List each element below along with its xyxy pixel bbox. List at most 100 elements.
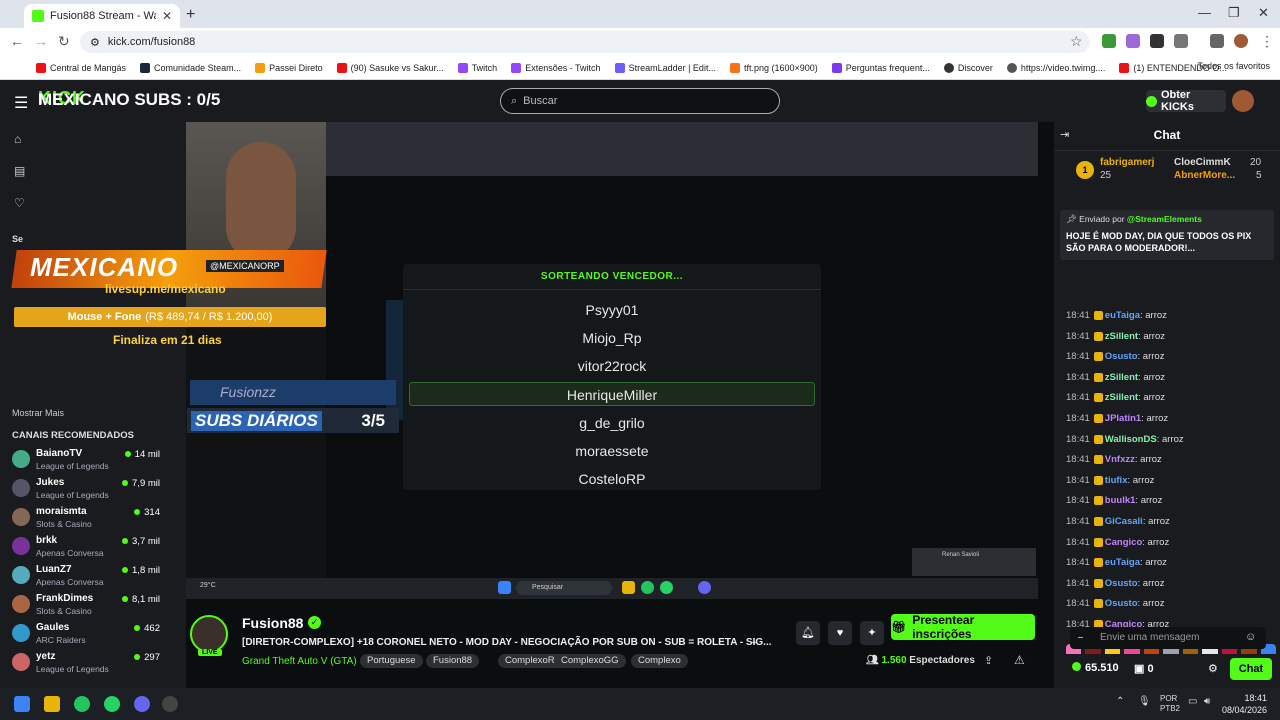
sidebar: ⌂ ▤ ♡ Se Mostrar Mais CANAIS RECOMENDADO… — [0, 122, 186, 688]
profile-icon[interactable] — [1234, 34, 1248, 48]
chest-count[interactable]: ▣ 0 — [1134, 662, 1154, 675]
chat-username: GiCasali — [1104, 516, 1143, 527]
channel-avatar[interactable] — [190, 615, 228, 653]
extension-icon[interactable] — [1126, 34, 1140, 48]
send-chat-button[interactable]: Chat — [1230, 658, 1272, 680]
tray-chevron-icon[interactable]: ⌃ — [1116, 696, 1124, 707]
channel-name[interactable]: Fusion88 — [242, 615, 303, 631]
notification-bell-button[interactable]: 🔔︎ — [796, 621, 820, 645]
app-icon[interactable] — [162, 696, 178, 712]
home-icon[interactable]: ⌂ — [14, 132, 21, 146]
following-icon[interactable]: ♡ — [14, 196, 25, 210]
leader-name[interactable]: fabrigamerj — [1100, 157, 1154, 168]
close-tab-icon[interactable]: ✕ — [162, 9, 172, 23]
file-explorer-icon[interactable] — [44, 696, 60, 712]
browse-icon[interactable]: ▤ — [14, 164, 25, 178]
search-input[interactable]: ⌕ Buscar — [500, 88, 780, 114]
get-kicks-button[interactable]: Obter KICKs — [1146, 89, 1226, 113]
share-icon[interactable]: ⇪ — [984, 654, 993, 667]
chat-username: Osusto — [1104, 598, 1138, 610]
sidebar-channel[interactable]: LuanZ7 Apenas Conversa 1,8 mil — [10, 562, 182, 590]
tag[interactable]: Portuguese — [360, 654, 423, 668]
bookmark-item[interactable]: https://video.twimg.... — [1006, 62, 1105, 73]
sidebar-channel[interactable]: FrankDimes Slots & Casino 8,1 mil — [10, 591, 182, 619]
bookmark-item[interactable]: Extensões - Twitch — [511, 62, 601, 73]
stream-search: Pesquisar — [516, 581, 612, 595]
sparkle-button[interactable]: ✦ — [860, 621, 884, 645]
menu-icon[interactable]: ☰ — [14, 93, 28, 113]
site-info-icon[interactable]: ⚙ — [90, 36, 100, 49]
close-window-icon[interactable]: ✕ — [1258, 5, 1269, 21]
new-tab-icon[interactable]: + — [186, 6, 195, 24]
chat-message: 18:41 Osusto: arroz — [1066, 598, 1165, 610]
gear-icon[interactable]: ⚙ — [1208, 662, 1218, 675]
url-bar[interactable]: ⚙ kick.com/fusion88 — [80, 31, 1090, 53]
chat-filter-icon[interactable]: ⎯ — [1078, 632, 1083, 643]
sidebar-channel[interactable]: brkk Apenas Conversa 3,7 mil — [10, 533, 182, 561]
all-bookmarks[interactable]: Todos os favoritos — [1197, 61, 1270, 71]
bookmark-item[interactable]: Central de Mangás — [36, 62, 126, 73]
chat-message: 18:41 WallisonDS: arroz — [1066, 433, 1184, 445]
bookmark-item[interactable]: Comunidade Steam... — [140, 62, 241, 73]
pin-icon: 📌︎ — [1066, 214, 1080, 224]
volume-icon[interactable]: 🔊︎ — [1204, 696, 1210, 707]
whatsapp-icon — [660, 581, 673, 594]
show-more-link[interactable]: Mostrar Mais — [12, 408, 64, 418]
bookmark-item[interactable]: tft.png (1600×900) — [729, 62, 818, 73]
back-icon[interactable]: ← — [10, 33, 24, 49]
category-link[interactable]: Grand Theft Auto V (GTA) — [242, 656, 357, 667]
extensions-puzzle-icon[interactable] — [1174, 34, 1188, 48]
bookmark-item[interactable]: (90) Sasuke vs Sakur... — [336, 62, 444, 73]
address-row: ← → ↻ ⚙ kick.com/fusion88 ☆ ⋮ — [0, 28, 1280, 56]
bookmark-star-icon[interactable]: ☆ — [1070, 33, 1083, 50]
media-icon[interactable] — [1210, 34, 1224, 48]
discord-icon[interactable] — [134, 696, 150, 712]
bookmark-item[interactable]: Passei Direto — [255, 62, 323, 73]
sidebar-channel[interactable]: Gaules ARC Raiders 462 — [10, 620, 182, 648]
report-icon[interactable]: ⚠ — [1014, 653, 1025, 667]
leader-name[interactable]: CloeCimmK — [1174, 157, 1231, 168]
input-language[interactable]: POR PTB2 — [1160, 694, 1180, 714]
tag[interactable]: Complexo — [631, 654, 688, 668]
extension-icon[interactable] — [1102, 34, 1116, 48]
pinned-message[interactable]: 📌︎ Enviado por @StreamElements HOJE É MO… — [1060, 210, 1274, 260]
kicks-balance[interactable]: 65.510 — [1072, 662, 1119, 674]
sidebar-channel[interactable]: yetz League of Legends 297 — [10, 649, 182, 677]
menu-dots-icon[interactable]: ⋮ — [1260, 33, 1274, 50]
user-avatar[interactable] — [1232, 90, 1254, 112]
minimize-icon[interactable]: — — [1198, 5, 1211, 20]
gift-subs-button[interactable]: 🎁︎ Presentear inscrições — [891, 613, 1035, 641]
sidebar-channel[interactable]: BaianoTV League of Legends 14 mil — [10, 446, 182, 474]
follow-heart-button[interactable]: ♥ — [828, 621, 852, 645]
system-clock[interactable]: 18:41 08/04/2026 — [1222, 692, 1267, 716]
leader-name[interactable]: AbnerMore... — [1174, 170, 1235, 181]
kick-app: ☰ KICK MEXICANO SUBS : 0/5 ⌕ Buscar Obte… — [0, 80, 1280, 688]
badge-icon — [1093, 331, 1103, 341]
mic-icon[interactable]: 🎙︎ — [1138, 696, 1151, 707]
browser-tab[interactable]: Fusion88 Stream - Watch Live o ✕ — [24, 4, 180, 28]
whatsapp-icon[interactable] — [104, 696, 120, 712]
bookmark-item[interactable]: Perguntas frequent... — [831, 62, 930, 73]
top-header: ☰ KICK MEXICANO SUBS : 0/5 ⌕ Buscar Obte… — [0, 80, 1280, 122]
stream-taskbar: 29°C Pesquisar — [186, 578, 1038, 599]
bookmark-item[interactable]: Discover — [943, 62, 993, 73]
windows-start-icon[interactable] — [14, 696, 30, 712]
chat-message: 18:41 GiCasali: arroz — [1066, 516, 1170, 527]
tag[interactable]: Fusion88 — [426, 654, 480, 668]
sidebar-channel[interactable]: moraismta Slots & Casino 314 — [10, 504, 182, 532]
leader-count: 5 — [1256, 170, 1262, 181]
chevron-down-icon[interactable]: ⌄ — [750, 636, 758, 647]
chrome-icon[interactable] — [74, 696, 90, 712]
raffle-entry: vitor22rock — [577, 358, 647, 374]
sidebar-channel[interactable]: Jukes League of Legends 7,9 mil — [10, 475, 182, 503]
network-icon[interactable]: ▭ — [1188, 696, 1197, 707]
chat-message-input[interactable]: Envie uma mensagem — [1070, 627, 1266, 649]
reload-icon[interactable]: ↻ — [58, 33, 70, 50]
bookmark-item[interactable]: StreamLadder | Edit... — [614, 62, 716, 73]
maximize-icon[interactable]: ❐ — [1228, 5, 1240, 21]
emoji-icon[interactable]: ☺ — [1245, 631, 1256, 643]
forward-icon[interactable]: → — [34, 33, 48, 49]
bookmark-item[interactable]: Twitch — [457, 62, 497, 73]
extension-icon[interactable] — [1150, 34, 1164, 48]
tag[interactable]: ComplexoGG — [554, 654, 626, 668]
